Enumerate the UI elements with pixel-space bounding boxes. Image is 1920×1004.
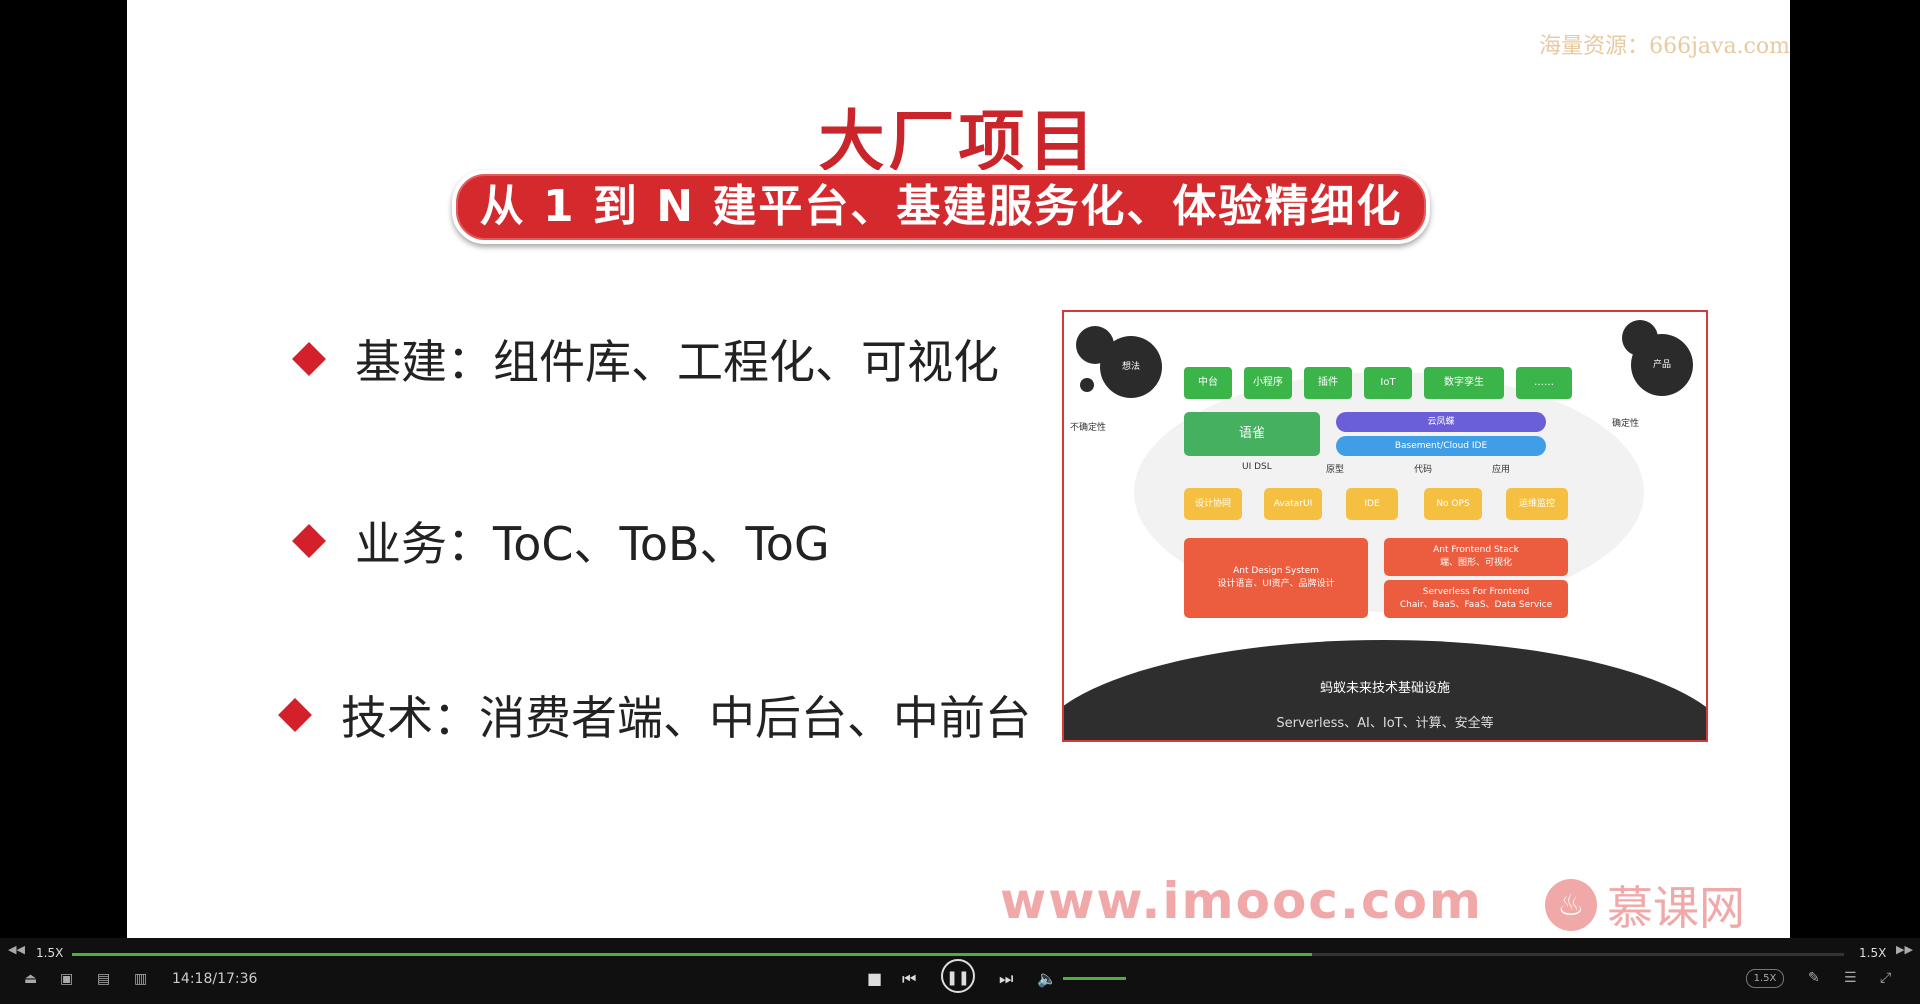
fullscreen-icon[interactable]: ⤢ <box>1880 970 1891 986</box>
green-box: IoT <box>1364 367 1412 399</box>
purple-bar: 云凤蝶 <box>1336 412 1546 432</box>
imooc-logo: ♨ 慕课网 <box>1545 872 1745 938</box>
imooc-url: www.imooc.com <box>1000 872 1484 930</box>
row-label: 代码 <box>1414 465 1433 475</box>
bullet-business: 业务：ToC、ToB、ToG <box>292 508 830 574</box>
certainty-label: 确定性 <box>1612 419 1640 429</box>
row-label: 原型 <box>1326 465 1345 475</box>
yellow-box: 运维监控 <box>1506 488 1568 520</box>
seek-progress <box>72 953 1313 956</box>
box-subtitle: Chair、BaaS、FaaS、Data Service <box>1399 600 1553 610</box>
speed-right: 1.5X <box>1859 946 1887 960</box>
decor-bubble <box>1080 378 1094 392</box>
idea-bubble: 想法 <box>1100 336 1162 398</box>
seek-bar[interactable] <box>72 953 1844 956</box>
flame-logo-icon: ♨ <box>1545 879 1597 931</box>
row-label: UI DSL <box>1242 462 1272 472</box>
rewind-icon[interactable]: ◀◀ <box>8 943 25 956</box>
diamond-bullet-icon <box>292 342 326 376</box>
brand-name: 慕课网 <box>1607 881 1745 935</box>
green-box: 数字孪生 <box>1424 367 1504 399</box>
dome-title: 蚂蚁未来技术基础设施 <box>1319 681 1450 696</box>
screen-icon[interactable]: ▤ <box>97 971 110 987</box>
volume-slider[interactable] <box>1063 977 1126 980</box>
playback-time: 14:18/17:36 <box>172 971 258 987</box>
dome-subtitle: Serverless、AI、IoT、计算、安全等 <box>1276 716 1494 731</box>
box-subtitle: 端、图形、可视化 <box>1439 558 1512 568</box>
snapshot-icon[interactable]: ✎ <box>1808 970 1820 986</box>
speed-selector[interactable]: 1.5X <box>1746 969 1784 988</box>
architecture-diagram: 想法 不确定性 产品 确定性 中台 小程序 插件 IoT 数字孪生 …… 语雀 … <box>1062 310 1708 742</box>
uncertainty-label: 不确定性 <box>1070 423 1107 433</box>
box-title: Ant Design System <box>1233 566 1319 576</box>
window-icon[interactable]: ▣ <box>60 971 73 987</box>
playlist-icon[interactable]: ☰ <box>1844 970 1857 986</box>
yellow-box: No OPS <box>1424 488 1482 520</box>
subtitle-icon[interactable]: ▥ <box>134 971 147 987</box>
ant-frontend-stack-box: Ant Frontend Stack 端、图形、可视化 <box>1384 538 1568 576</box>
row-label: 应用 <box>1492 465 1511 475</box>
box-title: Ant Frontend Stack <box>1433 545 1519 555</box>
bullet-text: 业务：ToC、ToB、ToG <box>355 517 830 571</box>
product-bubble: 产品 <box>1631 334 1693 396</box>
box-subtitle: 设计语言、UI资产、品牌设计 <box>1217 579 1335 589</box>
serverless-frontend-box: Serverless For Frontend Chair、BaaS、FaaS、… <box>1384 580 1568 618</box>
next-icon[interactable]: ⏭ <box>999 969 1013 989</box>
eject-icon[interactable]: ⏏ <box>24 971 37 987</box>
bullet-text: 基建：组件库、工程化、可视化 <box>355 335 999 389</box>
green-box: 小程序 <box>1244 367 1292 399</box>
yellow-box: AvatarUI <box>1264 488 1322 520</box>
yuque-box: 语雀 <box>1184 412 1320 456</box>
blue-bar: Basement/Cloud IDE <box>1336 436 1546 456</box>
bullet-infrastructure: 基建：组件库、工程化、可视化 <box>292 326 999 392</box>
green-box: 中台 <box>1184 367 1232 399</box>
box-title: Serverless For Frontend <box>1422 587 1530 597</box>
speed-left: 1.5X <box>36 946 64 960</box>
volume-icon[interactable]: 🔈 <box>1037 969 1057 988</box>
video-frame: 海量资源：666java.com 大厂项目 从 1 到 N 建平台、基建服务化、… <box>127 0 1790 938</box>
green-box: …… <box>1516 367 1572 399</box>
bullet-technology: 技术：消费者端、中后台、中前台 <box>278 682 1031 748</box>
green-box: 插件 <box>1304 367 1352 399</box>
pause-button[interactable]: ❚❚ <box>941 959 975 993</box>
yellow-box: 设计协同 <box>1184 488 1242 520</box>
player-controls: ◀◀ 1.5X 1.5X ▶▶ ⏏ ▣ ▤ ▥ 14:18/17:36 ■ ⏮ … <box>0 938 1920 1004</box>
bullet-text: 技术：消费者端、中后台、中前台 <box>341 691 1031 745</box>
stop-icon[interactable]: ■ <box>867 969 882 988</box>
ant-design-box: Ant Design System 设计语言、UI资产、品牌设计 <box>1184 538 1368 618</box>
slide-subtitle: 从 1 到 N 建平台、基建服务化、体验精细化 <box>452 170 1430 244</box>
resource-watermark: 海量资源：666java.com <box>1539 34 1790 59</box>
previous-icon[interactable]: ⏮ <box>902 969 916 989</box>
diamond-bullet-icon <box>292 524 326 558</box>
fast-forward-icon[interactable]: ▶▶ <box>1896 943 1913 956</box>
yellow-box: IDE <box>1346 488 1398 520</box>
diamond-bullet-icon <box>278 698 312 732</box>
